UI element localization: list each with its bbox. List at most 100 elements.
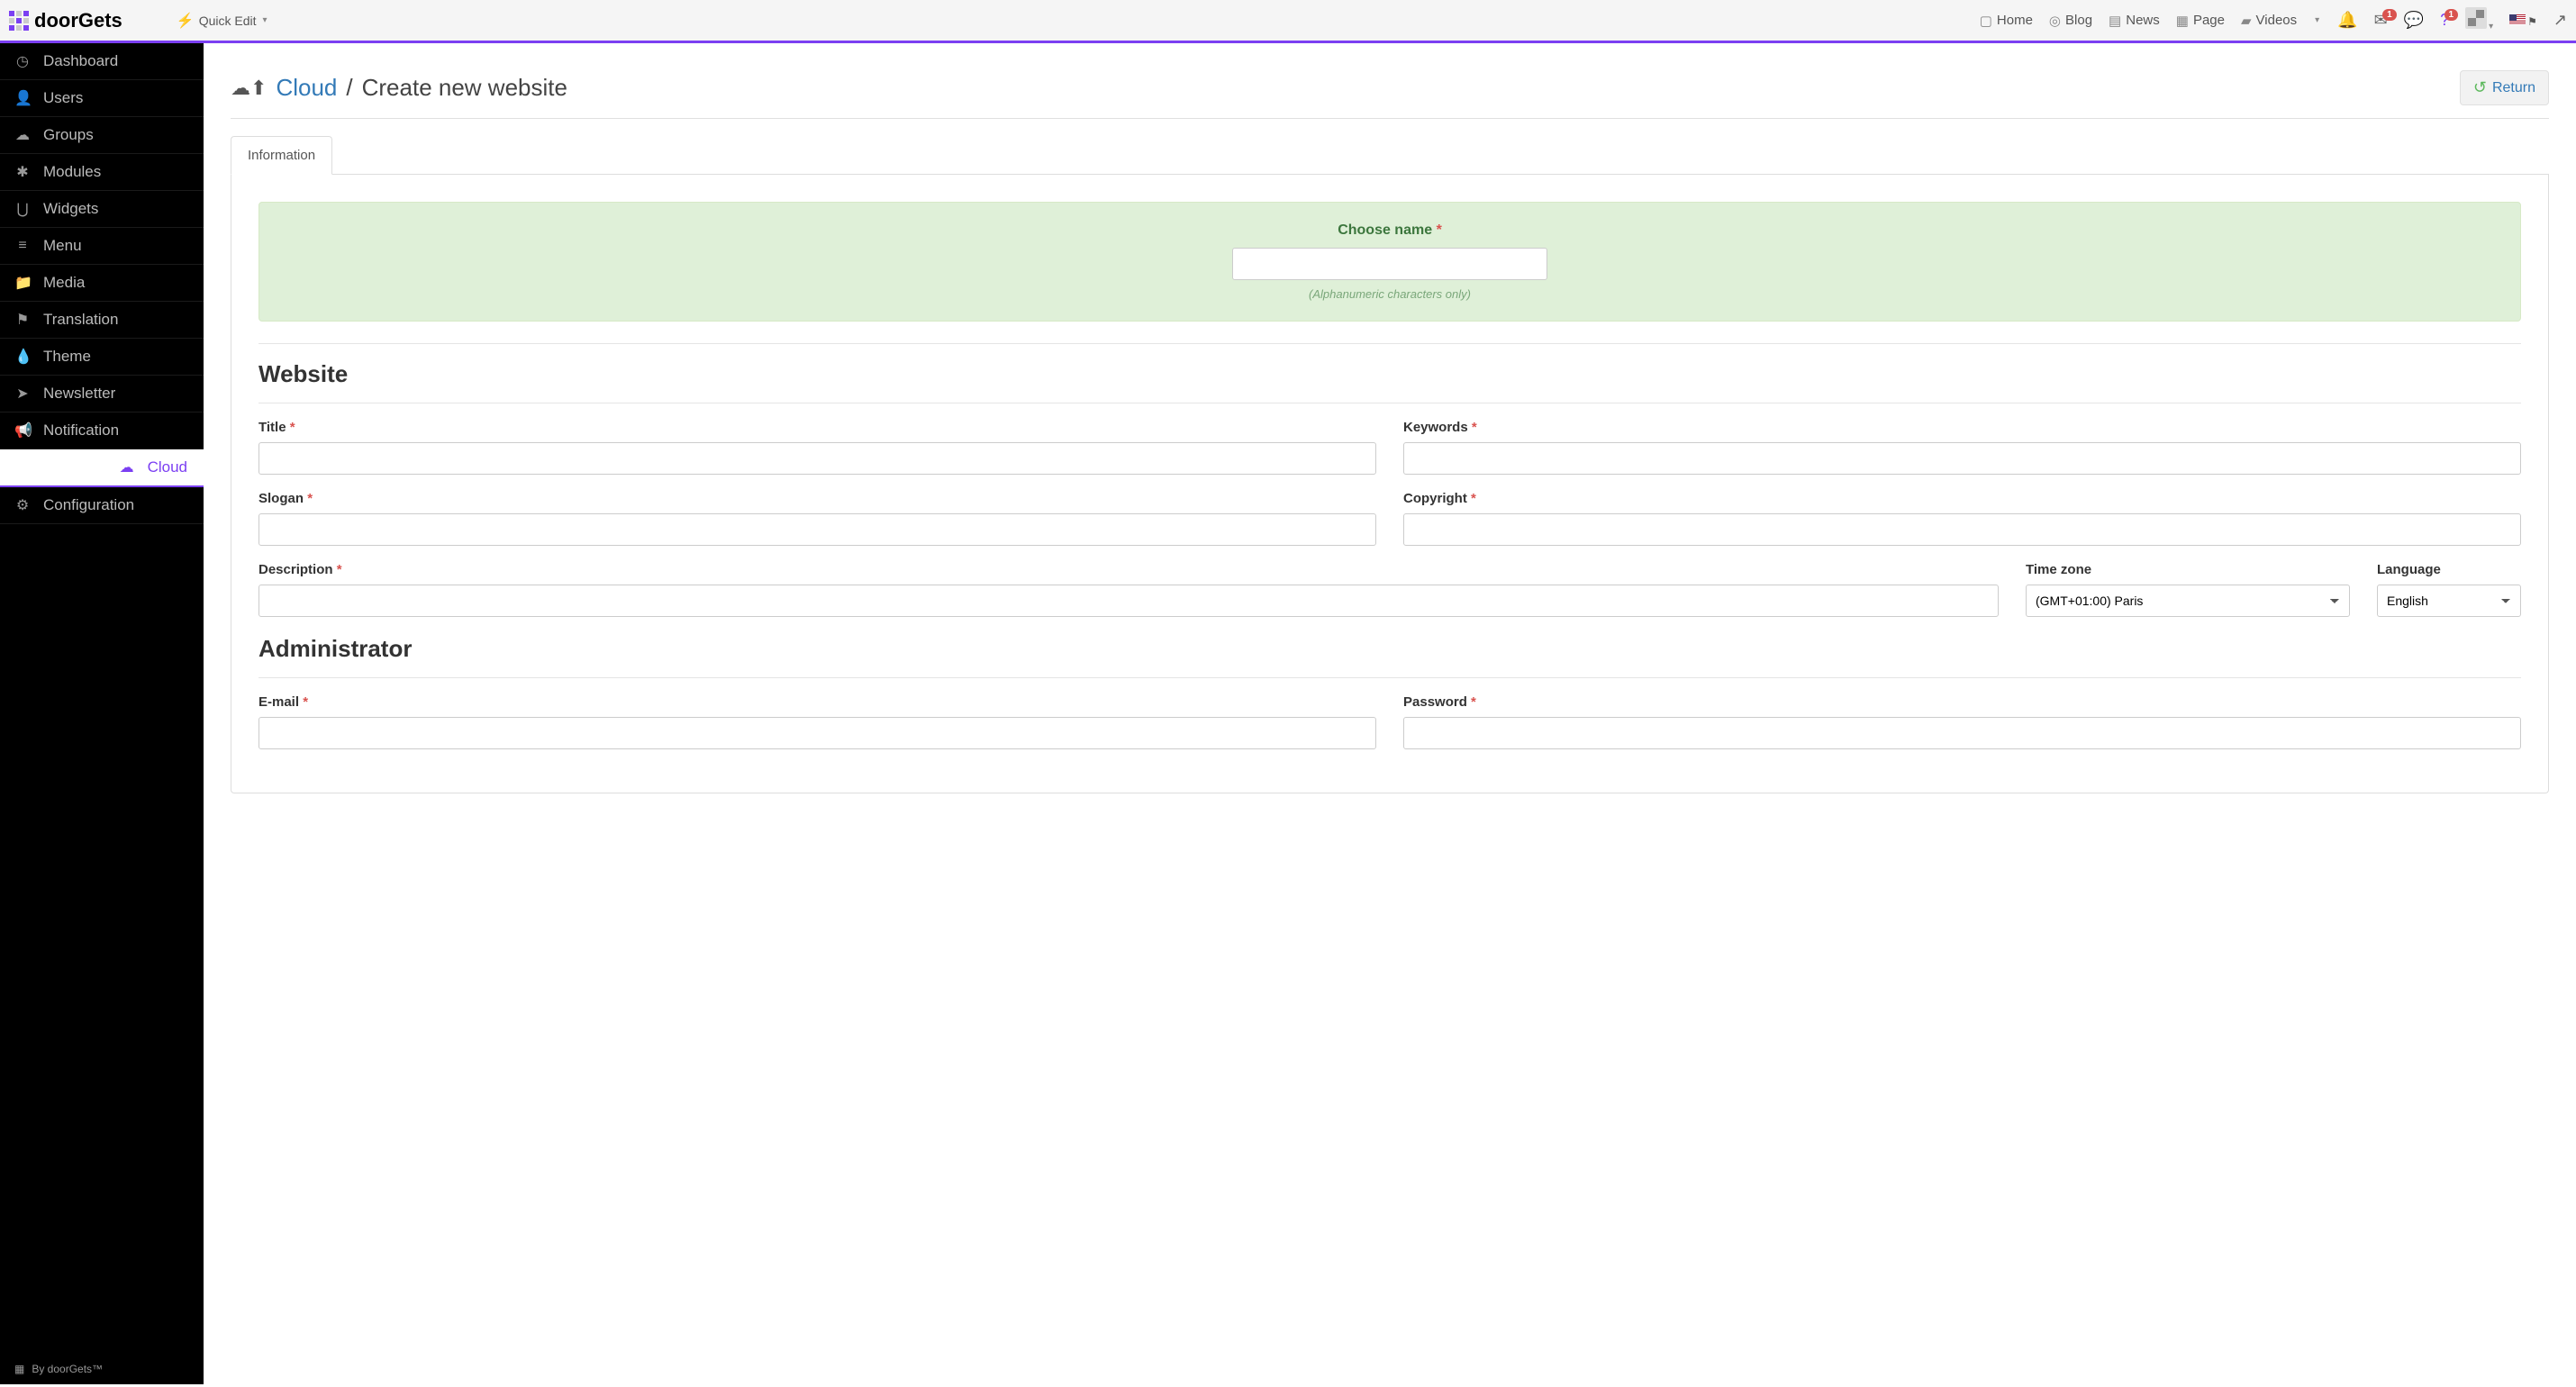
required-mark: * [290, 420, 295, 435]
label-text: Description [259, 562, 333, 577]
folder-icon: 📁 [14, 274, 31, 292]
sidebar-item-label: Newsletter [43, 385, 115, 403]
tabs: Information [231, 135, 2549, 175]
sidebar-item-label: Notification [43, 422, 119, 440]
help-badge: 1 [2444, 9, 2459, 21]
required-mark: * [303, 694, 308, 710]
caret-down-icon: ▾ [263, 15, 268, 25]
brand-name: doorGets [34, 9, 122, 32]
choose-name-label: Choose name * [279, 222, 2500, 239]
sidebar-item-groups[interactable]: ☁ Groups [0, 117, 204, 154]
blog-icon: ◎ [2049, 13, 2061, 29]
nav-blog[interactable]: ◎ Blog [2049, 13, 2092, 29]
user-menu[interactable]: ▾ [2465, 7, 2493, 33]
timezone-select[interactable]: (GMT+01:00) Paris [2026, 585, 2350, 617]
nav-videos-label: Videos [2256, 13, 2298, 28]
sidebar: ◷ Dashboard 👤Users ☁ Groups ✱Modules ⋃Widg… [0, 43, 204, 1384]
flag-us-icon [2509, 14, 2526, 25]
nav-page[interactable]: ▦Page [2176, 13, 2225, 29]
sidebar-item-newsletter[interactable]: ➤ Newsletter [0, 376, 204, 412]
sidebar-item-widgets[interactable]: ⋃Widgets [0, 191, 204, 228]
mail-icon[interactable]: ✉1 [2374, 11, 2388, 30]
bell-icon[interactable]: 🔔 [2337, 11, 2357, 30]
grid-icon: ▦ [14, 1363, 24, 1375]
title-input[interactable] [259, 442, 1376, 475]
external-link-icon[interactable]: ↗ [2553, 11, 2567, 30]
keywords-input[interactable] [1403, 442, 2521, 475]
drop-icon: 💧 [14, 348, 31, 366]
tab-content: Choose name * (Alphanumeric characters o… [231, 175, 2549, 793]
sidebar-item-configuration[interactable]: ⚙Configuration [0, 487, 204, 524]
slogan-input[interactable] [259, 513, 1376, 546]
copyright-label: Copyright * [1403, 491, 2521, 506]
nav-home[interactable]: ▢Home [1980, 13, 2033, 29]
brand-logo-icon [9, 11, 29, 31]
nav-more[interactable]: ▾ [2313, 15, 2319, 25]
caret-down-icon: ▾ [2315, 15, 2319, 25]
return-button[interactable]: ↺ Return [2460, 70, 2549, 105]
title-label: Title * [259, 420, 1376, 435]
menu-icon: ≡ [14, 238, 31, 254]
sidebar-item-label: Dashboard [43, 52, 118, 70]
sidebar-item-notification[interactable]: 📢Notification [0, 412, 204, 449]
user-icon: 👤 [14, 89, 31, 107]
sidebar-item-theme[interactable]: 💧Theme [0, 339, 204, 376]
quick-edit-dropdown[interactable]: ⚡ Quick Edit ▾ [177, 12, 268, 30]
password-input[interactable] [1403, 717, 2521, 749]
top-nav: ▢Home ◎ Blog ▤News ▦Page ▰ Videos ▾ [1980, 13, 2319, 29]
label-text: Copyright [1403, 491, 1467, 506]
choose-name-input[interactable] [1232, 248, 1547, 280]
description-input[interactable] [259, 585, 1999, 617]
sidebar-item-menu[interactable]: ≡ Menu [0, 228, 204, 265]
divider [259, 677, 2521, 678]
section-title-administrator: Administrator [259, 635, 2521, 663]
help-icon[interactable]: ?1 [2440, 11, 2449, 30]
return-label: Return [2492, 80, 2535, 96]
mail-badge: 1 [2382, 9, 2397, 21]
email-input[interactable] [259, 717, 1376, 749]
sidebar-item-label: Groups [43, 126, 94, 144]
sidebar-footer-label: By doorGets™ [32, 1363, 103, 1375]
language-select[interactable]: English [2377, 585, 2521, 617]
sidebar-item-users[interactable]: 👤Users [0, 80, 204, 117]
magnet-icon: ⋃ [14, 200, 31, 218]
caret-down-icon: ▾ [2489, 22, 2493, 32]
flag-outline-icon: ⚑ [2527, 15, 2537, 28]
required-mark: * [1472, 420, 1477, 435]
sidebar-item-modules[interactable]: ✱Modules [0, 154, 204, 191]
sidebar-item-cloud[interactable]: ☁Cloud [0, 449, 204, 487]
nav-page-label: Page [2193, 13, 2225, 28]
quick-edit-label: Quick Edit [199, 14, 257, 28]
breadcrumb-link-cloud[interactable]: Cloud [276, 74, 337, 102]
nav-news-label: News [2126, 13, 2160, 28]
sidebar-item-media[interactable]: 📁 Media [0, 265, 204, 302]
cloud-icon: ☁ [14, 126, 31, 144]
tab-information[interactable]: Information [231, 136, 332, 175]
language-menu[interactable]: ⚑ [2509, 11, 2537, 30]
label-text: E-mail [259, 694, 299, 710]
clock-icon: ◷ [14, 52, 31, 70]
sidebar-item-dashboard[interactable]: ◷ Dashboard [0, 43, 204, 80]
label-text: Password [1403, 694, 1467, 710]
file-icon: ▢ [1980, 13, 1992, 29]
sidebar-item-translation[interactable]: ⚑Translation [0, 302, 204, 339]
password-label: Password * [1403, 694, 2521, 710]
nav-blog-label: Blog [2065, 13, 2092, 28]
sidebar-item-label: Modules [43, 163, 101, 181]
send-icon: ➤ [14, 385, 31, 403]
brand-logo[interactable]: doorGets [9, 9, 122, 32]
bolt-icon: ⚡ [177, 12, 195, 30]
main-content: ☁⬆ Cloud / Create new website ↺ Return I… [204, 43, 2576, 1384]
label-text: Keywords [1403, 420, 1468, 435]
sidebar-item-label: Menu [43, 237, 82, 255]
label-text: Title [259, 420, 286, 435]
copyright-input[interactable] [1403, 513, 2521, 546]
sidebar-footer[interactable]: ▦ By doorGets™ [0, 1354, 204, 1384]
required-mark: * [1437, 222, 1442, 238]
nav-videos[interactable]: ▰ Videos [2241, 13, 2297, 29]
chat-icon[interactable]: 💬 [2404, 11, 2424, 30]
sidebar-item-label: Media [43, 274, 85, 292]
topbar-right: 🔔 ✉1 💬 ?1 ▾ ⚑ ↗ [2337, 7, 2567, 33]
video-icon: ▰ [2241, 13, 2252, 29]
nav-news[interactable]: ▤News [2109, 13, 2160, 29]
